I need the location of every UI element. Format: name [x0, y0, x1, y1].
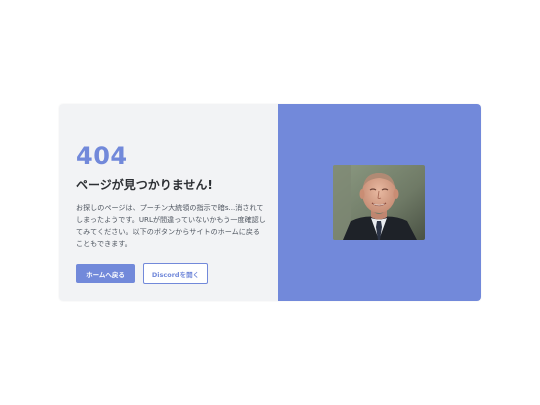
error-title: ページが見つかりません!	[76, 178, 213, 192]
home-button[interactable]: ホームへ戻る	[76, 264, 135, 283]
error-text-panel: 404 ページが見つかりません! お探しのページは、プーチン大統領の指示で暗s.…	[59, 104, 278, 301]
open-discord-button[interactable]: Discordを開く	[143, 263, 208, 284]
error-code: 404	[76, 142, 128, 170]
error-description: お探しのページは、プーチン大統領の指示で暗s...消されてしまったようです。UR…	[76, 203, 266, 248]
image-panel	[278, 104, 481, 301]
man-in-suit-photo	[333, 165, 425, 240]
error-card: 404 ページが見つかりません! お探しのページは、プーチン大統領の指示で暗s.…	[59, 104, 481, 301]
